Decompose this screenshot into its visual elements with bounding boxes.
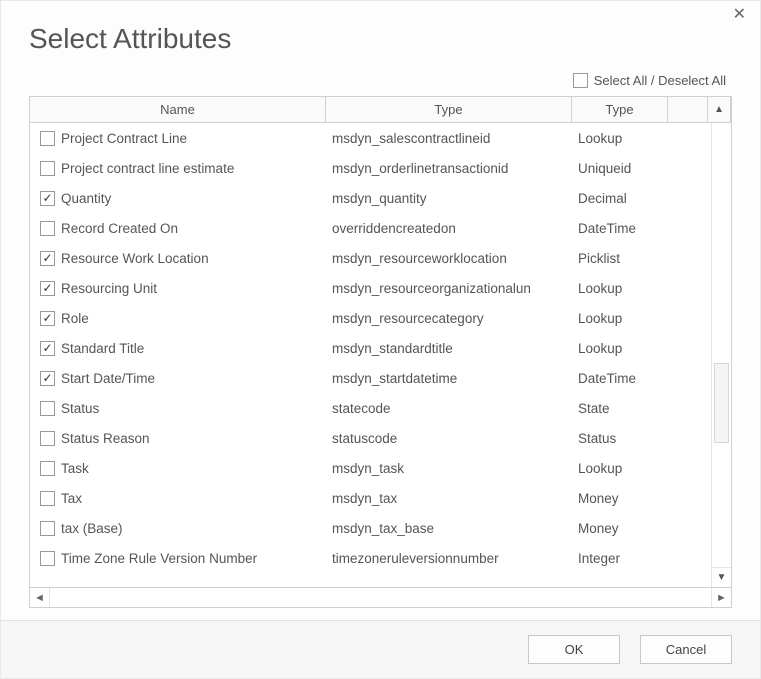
grid-header: Name Type Type ▲ bbox=[30, 97, 731, 123]
ok-button[interactable]: OK bbox=[528, 635, 620, 664]
select-all-checkbox[interactable] bbox=[573, 73, 588, 88]
row-name-label: Role bbox=[61, 311, 89, 326]
row-name-label: Project Contract Line bbox=[61, 131, 187, 146]
row-name-label: Standard Title bbox=[61, 341, 144, 356]
row-type1: msdyn_quantity bbox=[326, 191, 572, 206]
select-all-row: Select All / Deselect All bbox=[1, 69, 760, 96]
row-checkbox[interactable] bbox=[40, 461, 55, 476]
grid-rows: Project Contract Line msdyn_salescontract… bbox=[30, 123, 711, 587]
row-name-label: Record Created On bbox=[61, 221, 178, 236]
row-checkbox[interactable] bbox=[40, 311, 55, 326]
row-checkbox[interactable] bbox=[40, 551, 55, 566]
select-all-label: Select All / Deselect All bbox=[594, 73, 726, 88]
row-type1: msdyn_task bbox=[326, 461, 572, 476]
row-type2: State bbox=[572, 401, 668, 416]
row-type2: Integer bbox=[572, 551, 668, 566]
row-type1: msdyn_salescontractlineid bbox=[326, 131, 572, 146]
row-checkbox[interactable] bbox=[40, 221, 55, 236]
row-type1: msdyn_resourceorganizationalun bbox=[326, 281, 572, 296]
close-icon[interactable]: ✕ bbox=[733, 7, 746, 23]
row-name-label: Time Zone Rule Version Number bbox=[61, 551, 257, 566]
table-row[interactable]: Status statecodeState bbox=[30, 393, 711, 423]
row-checkbox[interactable] bbox=[40, 281, 55, 296]
table-row[interactable]: Project contract line estimate msdyn_orde… bbox=[30, 153, 711, 183]
row-type2: Status bbox=[572, 431, 668, 446]
row-type1: msdyn_startdatetime bbox=[326, 371, 572, 386]
row-type2: Picklist bbox=[572, 251, 668, 266]
row-type1: msdyn_standardtitle bbox=[326, 341, 572, 356]
row-type2: Lookup bbox=[572, 281, 668, 296]
row-type1: msdyn_orderlinetransactionid bbox=[326, 161, 572, 176]
row-name-label: Status Reason bbox=[61, 431, 150, 446]
row-type2: Lookup bbox=[572, 461, 668, 476]
table-row[interactable]: Resourcing Unit msdyn_resourceorganizatio… bbox=[30, 273, 711, 303]
row-name-label: Project contract line estimate bbox=[61, 161, 234, 176]
table-row[interactable]: Time Zone Rule Version Number timezonerul… bbox=[30, 543, 711, 573]
row-type2: Decimal bbox=[572, 191, 668, 206]
row-type2: Money bbox=[572, 521, 668, 536]
row-type2: Money bbox=[572, 491, 668, 506]
vertical-scroll-thumb[interactable] bbox=[714, 363, 729, 443]
row-type1: msdyn_tax_base bbox=[326, 521, 572, 536]
row-type1: timezoneruleversionnumber bbox=[326, 551, 572, 566]
dialog-footer: OK Cancel bbox=[1, 620, 760, 678]
row-type1: msdyn_resourcecategory bbox=[326, 311, 572, 326]
cancel-button[interactable]: Cancel bbox=[640, 635, 732, 664]
row-checkbox[interactable] bbox=[40, 491, 55, 506]
table-row[interactable]: tax (Base) msdyn_tax_baseMoney bbox=[30, 513, 711, 543]
column-header-type1[interactable]: Type bbox=[326, 97, 572, 122]
row-type2: DateTime bbox=[572, 371, 668, 386]
table-row[interactable]: Resource Work Location msdyn_resourcework… bbox=[30, 243, 711, 273]
column-header-spacer bbox=[668, 97, 708, 122]
row-checkbox[interactable] bbox=[40, 131, 55, 146]
table-row[interactable]: Start Date/Time msdyn_startdatetimeDateTi… bbox=[30, 363, 711, 393]
row-checkbox[interactable] bbox=[40, 161, 55, 176]
table-row[interactable]: Role msdyn_resourcecategoryLookup bbox=[30, 303, 711, 333]
dialog-title: Select Attributes bbox=[1, 1, 760, 69]
row-name-label: Task bbox=[61, 461, 89, 476]
row-checkbox[interactable] bbox=[40, 371, 55, 386]
row-checkbox[interactable] bbox=[40, 521, 55, 536]
row-name-label: Resource Work Location bbox=[61, 251, 209, 266]
row-name-label: Start Date/Time bbox=[61, 371, 155, 386]
row-checkbox[interactable] bbox=[40, 401, 55, 416]
row-type1: statecode bbox=[326, 401, 572, 416]
row-type1: msdyn_resourceworklocation bbox=[326, 251, 572, 266]
row-name-label: Tax bbox=[61, 491, 82, 506]
row-type2: Lookup bbox=[572, 131, 668, 146]
scroll-down-button[interactable]: ▼ bbox=[712, 567, 731, 587]
table-row[interactable]: Standard Title msdyn_standardtitleLookup bbox=[30, 333, 711, 363]
grid-body: Project Contract Line msdyn_salescontract… bbox=[30, 123, 731, 587]
scroll-up-button[interactable]: ▲ bbox=[708, 97, 731, 122]
table-row[interactable]: Status Reason statuscodeStatus bbox=[30, 423, 711, 453]
row-checkbox[interactable] bbox=[40, 191, 55, 206]
row-name-label: Quantity bbox=[61, 191, 111, 206]
row-name-label: Resourcing Unit bbox=[61, 281, 157, 296]
horizontal-scrollbar[interactable]: ◄ ► bbox=[30, 587, 731, 607]
row-name-label: tax (Base) bbox=[61, 521, 123, 536]
column-header-name[interactable]: Name bbox=[30, 97, 326, 122]
table-row[interactable]: Tax msdyn_taxMoney bbox=[30, 483, 711, 513]
scroll-right-button[interactable]: ► bbox=[711, 588, 731, 607]
row-type1: statuscode bbox=[326, 431, 572, 446]
row-checkbox[interactable] bbox=[40, 251, 55, 266]
scroll-left-button[interactable]: ◄ bbox=[30, 588, 50, 607]
row-type2: Lookup bbox=[572, 311, 668, 326]
row-checkbox[interactable] bbox=[40, 431, 55, 446]
row-type1: msdyn_tax bbox=[326, 491, 572, 506]
attributes-grid: Name Type Type ▲ Project Contract Line ms… bbox=[29, 96, 732, 608]
table-row[interactable]: Record Created On overriddencreatedonDate… bbox=[30, 213, 711, 243]
row-type1: overriddencreatedon bbox=[326, 221, 572, 236]
table-row[interactable]: Project Contract Line msdyn_salescontract… bbox=[30, 123, 711, 153]
table-row[interactable]: Quantity msdyn_quantityDecimal bbox=[30, 183, 711, 213]
select-attributes-dialog: ✕ Select Attributes Select All / Deselec… bbox=[0, 0, 761, 679]
vertical-scrollbar[interactable]: ▼ bbox=[711, 123, 731, 587]
column-header-type2[interactable]: Type bbox=[572, 97, 668, 122]
row-type2: Uniqueid bbox=[572, 161, 668, 176]
row-name-label: Status bbox=[61, 401, 99, 416]
row-type2: Lookup bbox=[572, 341, 668, 356]
table-row[interactable]: Task msdyn_taskLookup bbox=[30, 453, 711, 483]
row-checkbox[interactable] bbox=[40, 341, 55, 356]
row-type2: DateTime bbox=[572, 221, 668, 236]
